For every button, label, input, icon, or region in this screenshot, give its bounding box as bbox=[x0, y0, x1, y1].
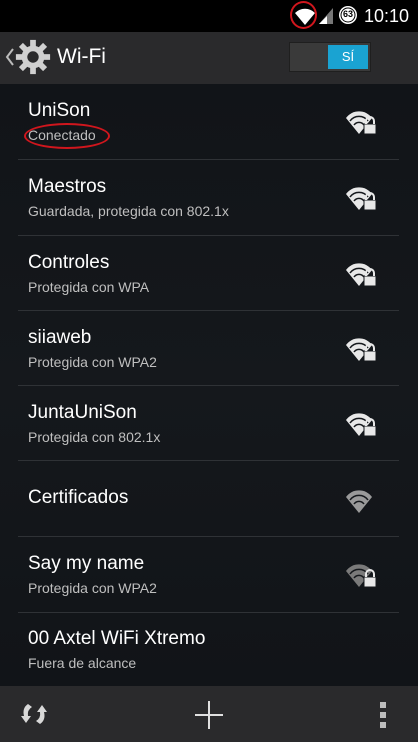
settings-gear-icon[interactable] bbox=[14, 38, 52, 76]
network-name: Certificados bbox=[28, 487, 129, 508]
signal-icon bbox=[319, 8, 333, 24]
network-item-maestros[interactable]: Maestros Guardada, protegida con 802.1x bbox=[0, 160, 418, 235]
network-list: UniSon Conectado Maestros Guardada, prot… bbox=[0, 84, 418, 686]
network-item-axtel[interactable]: 00 Axtel WiFi Xtremo Fuera de alcance bbox=[0, 613, 418, 686]
page-title: Wi-Fi bbox=[57, 45, 106, 68]
wifi-lock-icon bbox=[346, 187, 377, 211]
wifi-lock-icon bbox=[346, 564, 377, 588]
network-status: Protegida con 802.1x bbox=[28, 429, 161, 445]
network-name: JuntaUniSon bbox=[28, 402, 137, 423]
wifi-icon bbox=[346, 490, 372, 513]
wifi-lock-icon bbox=[346, 413, 377, 437]
network-status: Fuera de alcance bbox=[28, 655, 137, 671]
network-name: Say my name bbox=[28, 553, 145, 574]
network-name: 00 Axtel WiFi Xtremo bbox=[28, 628, 206, 649]
network-status: Protegida con WPA bbox=[28, 279, 150, 295]
annotation-oval bbox=[24, 123, 110, 149]
network-item-certificados[interactable]: Certificados bbox=[0, 461, 418, 536]
battery-level: 63 bbox=[342, 9, 353, 19]
network-status: Protegida con WPA2 bbox=[28, 354, 157, 370]
wifi-toggle[interactable]: SÍ bbox=[289, 42, 371, 72]
wifi-lock-icon bbox=[346, 338, 377, 362]
network-name: Controles bbox=[28, 252, 110, 273]
wifi-lock-icon bbox=[346, 111, 377, 135]
network-item-juntaunison[interactable]: JuntaUniSon Protegida con 802.1x bbox=[0, 386, 418, 461]
action-bar: Wi-Fi SÍ bbox=[0, 32, 418, 84]
network-name: UniSon bbox=[28, 100, 91, 121]
toggle-on-label: SÍ bbox=[328, 45, 368, 69]
clock: 10:10 bbox=[364, 6, 410, 26]
wifi-lock-icon bbox=[346, 263, 377, 287]
add-icon[interactable] bbox=[194, 700, 224, 730]
refresh-icon[interactable] bbox=[18, 698, 50, 730]
network-status: Protegida con WPA2 bbox=[28, 580, 157, 596]
network-name: siiaweb bbox=[28, 327, 92, 348]
status-bar: 63 10:10 bbox=[0, 0, 418, 32]
bottom-action-bar bbox=[0, 686, 418, 742]
network-item-say-my-name[interactable]: Say my name Protegida con WPA2 bbox=[0, 537, 418, 612]
annotation-circle bbox=[290, 1, 317, 29]
overflow-menu-icon[interactable] bbox=[378, 700, 388, 730]
network-item-siiaweb[interactable]: siiaweb Protegida con WPA2 bbox=[0, 311, 418, 386]
network-name: Maestros bbox=[28, 176, 107, 197]
network-status: Guardada, protegida con 802.1x bbox=[28, 203, 229, 219]
network-item-controles[interactable]: Controles Protegida con WPA bbox=[0, 236, 418, 311]
